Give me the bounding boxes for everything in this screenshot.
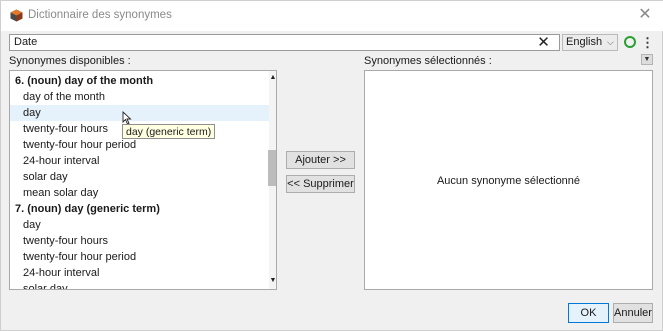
synonym-group-heading[interactable]: 6. (noun) day of the month <box>10 73 265 89</box>
check-circle-icon[interactable] <box>624 36 636 48</box>
tooltip: day (generic term) <box>122 124 216 139</box>
search-value: Date <box>14 36 38 48</box>
available-synonyms-list[interactable]: 6. (noun) day of the month day of the mon… <box>9 70 277 290</box>
list-scrollbar[interactable]: ▲ ▼ <box>268 71 276 289</box>
list-item[interactable]: day <box>10 217 273 233</box>
close-icon[interactable]: ✕ <box>635 5 655 25</box>
app-logo-icon <box>10 9 23 22</box>
add-button[interactable]: Ajouter >> <box>286 151 355 169</box>
synonym-group-heading[interactable]: 7. (noun) day (generic term) <box>10 201 265 217</box>
synonyms-dialog: Dictionnaire des synonymes ✕ Date ✕ Engl… <box>0 0 663 331</box>
selected-synonyms-list[interactable]: Aucun synonyme sélectionné <box>364 70 653 290</box>
list-item[interactable]: day of the month <box>10 89 273 105</box>
list-item[interactable]: solar day <box>10 169 273 185</box>
window-title: Dictionnaire des synonymes <box>28 9 172 21</box>
list-item[interactable]: 24-hour interval <box>10 153 273 169</box>
list-item[interactable]: 24-hour interval <box>10 265 273 281</box>
scroll-up-icon[interactable]: ▲ <box>269 74 276 81</box>
list-item[interactable]: mean solar day <box>10 185 273 201</box>
more-options-icon[interactable]: ⋮ <box>641 34 654 51</box>
ok-button[interactable]: OK <box>568 303 609 323</box>
title-bar: Dictionnaire des synonymes ✕ <box>1 1 663 31</box>
available-synonyms-label: Synonymes disponibles : <box>9 55 131 67</box>
list-item[interactable]: twenty-four hour period <box>10 249 273 265</box>
search-input[interactable]: Date <box>9 34 560 51</box>
language-selected: English <box>566 36 603 48</box>
collapse-dropdown-button[interactable]: ▼ <box>641 54 653 65</box>
list-item[interactable]: solar day <box>10 281 273 289</box>
clear-search-icon[interactable]: ✕ <box>535 34 552 51</box>
list-item[interactable]: day <box>10 105 273 121</box>
language-select[interactable]: English ⌵ <box>562 34 618 51</box>
mouse-cursor-icon <box>122 111 132 125</box>
selected-synonyms-label: Synonymes sélectionnés : <box>364 55 492 67</box>
chevron-down-icon: ⌵ <box>607 37 614 47</box>
empty-selection-text: Aucun synonyme sélectionné <box>436 175 581 187</box>
list-item[interactable]: twenty-four hours <box>10 233 273 249</box>
remove-button[interactable]: << Supprimer <box>286 175 355 193</box>
cancel-button[interactable]: Annuler <box>613 303 653 323</box>
scroll-down-icon[interactable]: ▼ <box>269 277 276 284</box>
scroll-thumb[interactable] <box>268 150 276 186</box>
